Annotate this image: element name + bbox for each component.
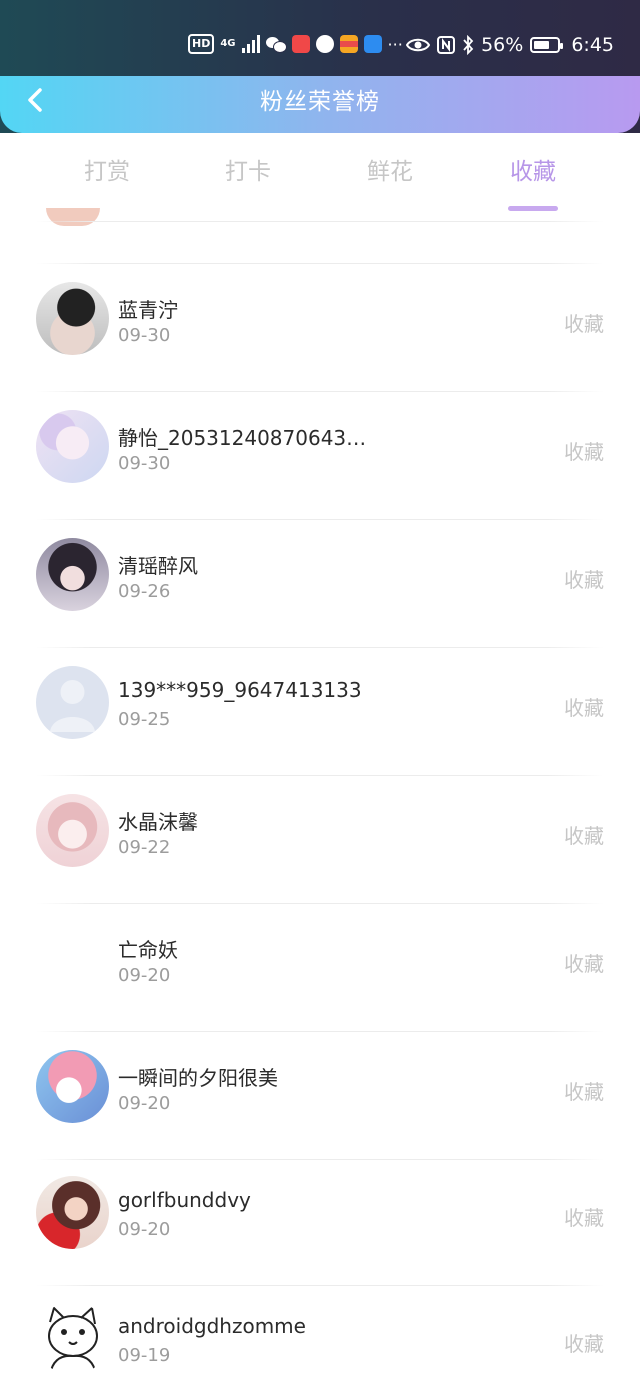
list-item[interactable]: 一瞬间的夕阳很美 09-20 收藏 [0,1032,640,1160]
date: 09-25 [118,709,171,730]
active-tab-indicator [508,206,558,211]
date: 09-26 [118,581,171,602]
hd-icon: HD [188,34,215,54]
list-item[interactable]: 139***959_9647413133 09-25 收藏 [0,648,640,776]
favorite-label: 收藏 [564,1206,604,1230]
status-left-icons: HD 4G ··· [188,34,403,54]
user-name: androidgdhzomme [118,1314,306,1338]
list-item[interactable]: 静怡_20531240870643… 09-30 收藏 [0,392,640,520]
wechat-icon [265,36,287,53]
list-item[interactable]: gorlfbunddvy 09-20 收藏 [0,1160,640,1288]
list-item[interactable]: 水晶沫馨 09-22 收藏 [0,776,640,904]
date: 09-20 [118,1093,171,1114]
favorite-label: 收藏 [564,824,604,848]
status-right-icons: 56% 6:45 [406,34,614,56]
tab-favorites[interactable]: 收藏 [483,152,583,211]
favorite-label: 收藏 [564,440,604,464]
avatar[interactable] [36,282,109,355]
date: 09-30 [118,453,171,474]
avatar[interactable] [36,666,109,739]
tab-checkin[interactable]: 打卡 [198,152,298,186]
tab-tip[interactable]: 打赏 [57,152,157,186]
list-divider [36,221,604,222]
date: 09-20 [118,1219,171,1240]
list-item[interactable]: 亡命妖 09-20 收藏 [0,904,640,1032]
signal-icon [241,35,260,53]
date: 09-19 [118,1345,171,1366]
avatar[interactable] [36,1302,109,1375]
app-notification-icon-blue [363,35,382,53]
status-bar: HD 4G ··· 56% 6:45 [0,0,640,76]
date: 09-22 [118,837,171,858]
user-name: 亡命妖 [118,938,178,962]
favorite-label: 收藏 [564,1080,604,1104]
user-name: 清瑶醉风 [118,554,198,578]
user-name: 蓝青泞 [118,298,178,322]
tab-bar: 打赏 打卡 鲜花 收藏 [0,140,640,211]
favorite-label: 收藏 [564,312,604,336]
avatar[interactable] [36,1176,109,1249]
avatar[interactable] [36,538,109,611]
date: 09-20 [118,965,171,986]
app-notification-icon-red [291,35,310,53]
partial-avatar [46,208,100,226]
list-item[interactable]: 蓝青泞 09-30 收藏 [0,264,640,392]
tab-favorites-label: 收藏 [510,159,556,185]
nav-bar: 粉丝荣誉榜 [0,76,640,133]
app-notification-icon-orange [339,35,358,53]
date: 09-30 [118,325,171,346]
more-notifications-icon: ··· [387,34,403,54]
eye-icon [406,38,431,52]
avatar[interactable] [36,1050,109,1123]
favorite-label: 收藏 [564,568,604,592]
favorite-label: 收藏 [564,696,604,720]
avatar[interactable] [36,794,109,867]
user-name: 静怡_20531240870643… [118,426,367,450]
bluetooth-icon [463,35,474,55]
list-item[interactable]: androidgdhzomme 09-19 收藏 [0,1286,640,1387]
nfc-icon [437,36,456,54]
list-item[interactable]: 清瑶醉风 09-26 收藏 [0,520,640,648]
user-name: gorlfbunddvy [118,1188,251,1212]
default-user-icon [50,680,95,732]
battery-icon [530,37,564,53]
user-name: 一瞬间的夕阳很美 [118,1066,278,1090]
app-notification-icon-compass [315,35,334,53]
favorite-label: 收藏 [564,952,604,976]
favorite-label: 收藏 [564,1332,604,1356]
battery-percent: 56% [481,34,524,56]
clock: 6:45 [571,34,614,56]
avatar[interactable] [36,922,109,995]
sketch-cat-icon [48,1306,98,1375]
tab-flowers[interactable]: 鲜花 [340,152,440,186]
page-title: 粉丝荣誉榜 [260,89,380,115]
user-name: 水晶沫馨 [118,810,198,834]
user-name: 139***959_9647413133 [118,678,362,702]
avatar[interactable] [36,410,109,483]
network-type: 4G [220,38,236,49]
